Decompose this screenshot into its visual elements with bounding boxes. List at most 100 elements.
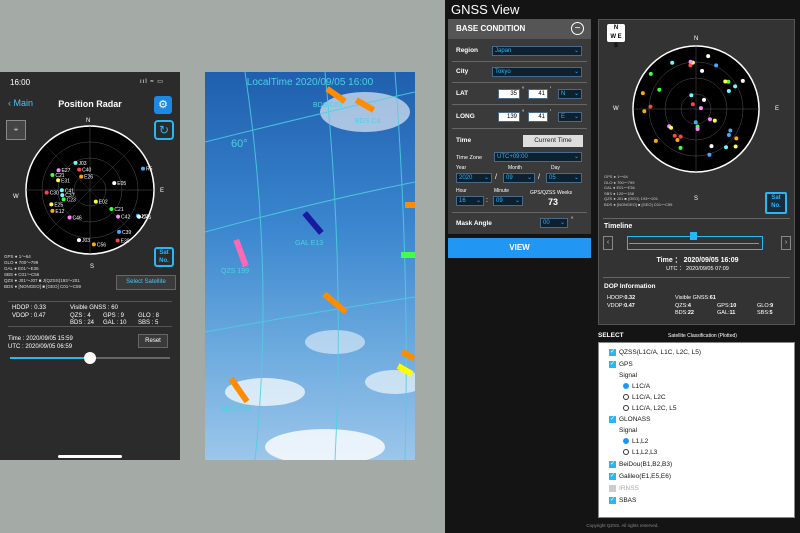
long-minute-input[interactable]: 41	[528, 112, 548, 122]
qzs-label: QZS:	[675, 303, 688, 309]
compass-icon[interactable]: N W E S	[607, 24, 625, 49]
divider	[452, 104, 587, 105]
region-select[interactable]: Japan ⌄	[492, 46, 582, 56]
satellite-dot	[734, 136, 739, 141]
satellite-dot	[672, 133, 677, 138]
satellite-dot	[693, 120, 698, 125]
satellite-label: C30	[50, 191, 59, 197]
select-satellite-button[interactable]: Select Satellite	[116, 275, 176, 290]
radio-gps-l1ca-l2c-l5[interactable]: L1C/A, L2C, L5	[623, 405, 676, 412]
day-label: Day	[551, 165, 560, 171]
collapse-icon[interactable]: −	[571, 22, 584, 35]
dop-summary: HDOP : 0.33 VDOP : 0.47 Visible GNSS : 6…	[8, 301, 172, 327]
timeline-title: Timeline	[604, 223, 633, 230]
timezone-label: Time Zone	[456, 155, 483, 161]
checkbox-irnss[interactable]: IRNSS	[609, 485, 639, 492]
checkbox-sbas[interactable]: ✓ SBAS	[609, 497, 636, 504]
satellite-dot	[109, 207, 114, 212]
radio-gps-l1ca-l2c[interactable]: L1C/A, L2C	[623, 394, 666, 401]
label-bds-c03: BDS C03	[313, 102, 343, 109]
lat-direction-select[interactable]: N ⌄	[558, 89, 582, 99]
date-separator: /	[538, 174, 540, 181]
glo-count: GLO : 8	[138, 313, 160, 319]
gear-icon[interactable]: ⚙	[154, 96, 172, 114]
lat-degree-input[interactable]: 35	[498, 89, 520, 99]
sbs-label: SBS:	[757, 310, 770, 316]
checkbox-beidou[interactable]: ✓ BeiDou(B1,B2,B3)	[609, 461, 672, 468]
month-select[interactable]: 09 ⌄	[503, 173, 535, 183]
radar-north-label: N	[86, 118, 91, 124]
radio-gps-l1ca[interactable]: L1C/A	[623, 383, 650, 390]
status-time: 16:00	[10, 78, 31, 87]
checkbox-glonass[interactable]: ✓ GLONASS	[609, 416, 650, 423]
label-qzs-199: QZS 199	[221, 268, 250, 275]
satellite-dot	[657, 87, 662, 92]
radar-north-label: N	[694, 36, 699, 42]
satellite-dot	[728, 128, 733, 133]
satellite-dot	[67, 215, 72, 220]
year-select[interactable]: 2020 ⌄	[456, 173, 492, 183]
bds-count: BDS:22	[675, 310, 694, 316]
satellite-dot	[116, 214, 121, 219]
satellite-dot	[56, 178, 61, 183]
satellite-dot	[49, 202, 54, 207]
mask-angle-label: Mask Angle	[456, 220, 492, 227]
long-direction-select[interactable]: E ⌄	[558, 112, 582, 122]
satellite-label: E12	[55, 209, 64, 215]
view-button[interactable]: VIEW	[448, 238, 591, 258]
degree-symbol: °	[571, 217, 574, 223]
gps-value: 10	[730, 303, 737, 309]
gal-label: GAL:	[717, 310, 730, 316]
lat-minute-input[interactable]: 41	[528, 89, 548, 99]
bds-count: BDS : 24	[70, 320, 95, 326]
base-condition-header[interactable]: BASE CONDITION	[448, 19, 591, 39]
visible-value: 61	[709, 295, 716, 301]
sat-no-button[interactable]: Sat No.	[154, 247, 174, 267]
checkbox-galileo[interactable]: ✓ Galileo(E1,E5,E6)	[609, 473, 671, 480]
vdop-label: VDOP:	[607, 303, 625, 309]
satellite-select-panel: SELECT Satellite Classification (Plotted…	[598, 332, 795, 520]
satellite-qzs-199	[233, 238, 249, 268]
minute-select[interactable]: 09 ⌄	[493, 196, 523, 206]
timeline-next-icon[interactable]: ›	[781, 236, 791, 250]
hour-select[interactable]: 16 ⌄	[456, 196, 484, 206]
satellite-dot	[93, 199, 98, 204]
timezone-select[interactable]: UTC+09:00 ⌄	[494, 152, 582, 162]
checkbox-qzss[interactable]: ✓ QZSS(L1C/A, L1C, L2C, L5)	[609, 349, 701, 356]
region-value: Japan	[495, 48, 512, 54]
day-select[interactable]: 05 ⌄	[546, 173, 582, 183]
checkbox-gps[interactable]: ✓ GPS	[609, 361, 633, 368]
legend-line: BDS ● [NONGEO] ■ [GEO] C01〜C59	[4, 284, 81, 289]
gal-count: GAL:11	[717, 310, 735, 316]
radio-glo-l1l2l3[interactable]: L1,L2,L3	[623, 449, 657, 456]
gps-l1ca-l2c-l5-label: L1C/A, L2C, L5	[632, 405, 677, 412]
satellite-dot	[724, 145, 729, 150]
chevron-down-icon: ⌄	[573, 154, 579, 160]
satellite-dot	[648, 71, 653, 76]
year-value: 2020	[459, 175, 473, 181]
mask-angle-select[interactable]: 00 ⌄	[540, 218, 568, 228]
reset-button[interactable]: Reset	[138, 334, 168, 348]
timeline-thumb[interactable]	[690, 232, 697, 240]
satellite-dot	[689, 93, 694, 98]
satellite-label: C46	[73, 216, 82, 222]
radio-glo-l1l2[interactable]: L1,L2	[623, 438, 648, 445]
timeline-prev-icon[interactable]: ‹	[603, 236, 613, 250]
satellite-dot	[115, 238, 120, 243]
sat-no-button[interactable]: Sat No.	[765, 192, 787, 214]
mask-angle-value: 00	[543, 220, 550, 226]
vdop: VDOP : 0.47	[12, 313, 46, 319]
city-select[interactable]: Tokyo ⌄	[492, 67, 582, 77]
gnss-view-app: GNSS View BASE CONDITION − Region Japan ⌄…	[445, 0, 800, 533]
home-indicator	[58, 455, 122, 458]
gps-weeks-value: 73	[548, 197, 559, 207]
radar-east-label: E	[775, 106, 780, 112]
current-time-button[interactable]: Current Time	[523, 135, 583, 147]
long-degree-input[interactable]: 139	[498, 112, 520, 122]
time-slider-thumb[interactable]	[84, 352, 96, 364]
satellite-label: J03	[79, 161, 87, 167]
time-slider-fill	[10, 357, 90, 359]
visible-gnss: Visible GNSS:61	[675, 295, 716, 301]
minute-value: 09	[496, 198, 503, 204]
chevron-down-icon: ⌄	[573, 114, 579, 120]
